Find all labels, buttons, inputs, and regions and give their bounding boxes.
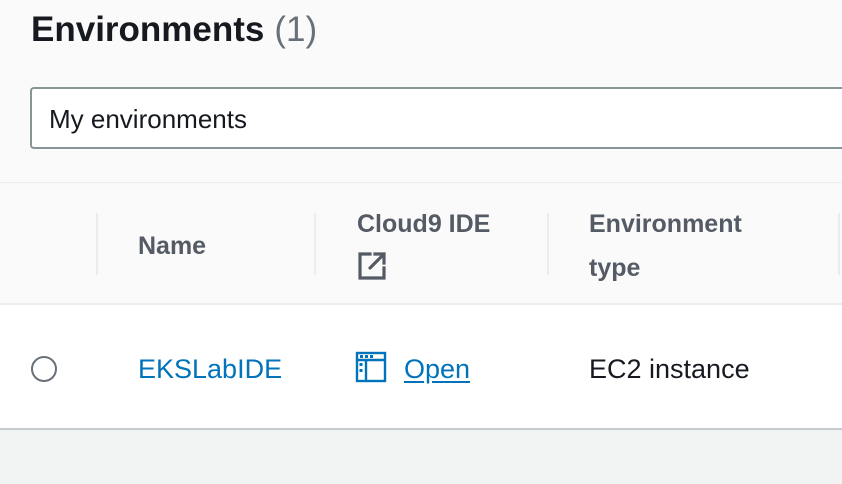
environment-filter-select[interactable]: My environments bbox=[30, 87, 842, 149]
column-divider bbox=[314, 213, 316, 275]
external-link-icon bbox=[358, 252, 386, 280]
environment-type-cell: EC2 instance bbox=[589, 354, 750, 384]
environments-panel: Environments (1) My environments Name Clo… bbox=[0, 0, 842, 430]
environment-count: (1) bbox=[274, 10, 318, 49]
column-divider bbox=[96, 213, 98, 275]
column-header-cloud9-ide[interactable]: Cloud9 IDE bbox=[357, 202, 490, 246]
environment-name-link[interactable]: EKSLabIDE bbox=[138, 352, 282, 386]
ide-window-icon bbox=[355, 351, 387, 383]
column-divider bbox=[547, 213, 549, 275]
open-ide-link[interactable]: Open bbox=[404, 352, 470, 386]
title-text: Environments bbox=[31, 10, 265, 49]
panel-header: Environments (1) My environments bbox=[0, 0, 842, 183]
column-header-environment-type-line1[interactable]: Environment bbox=[589, 202, 742, 246]
row-select-radio[interactable] bbox=[31, 356, 57, 382]
column-header-environment-type-line2[interactable]: type bbox=[589, 246, 640, 290]
column-divider bbox=[838, 213, 840, 275]
column-header-name[interactable]: Name bbox=[138, 224, 206, 268]
page-title: Environments (1) bbox=[31, 8, 317, 52]
filter-selected-value: My environments bbox=[49, 104, 247, 134]
